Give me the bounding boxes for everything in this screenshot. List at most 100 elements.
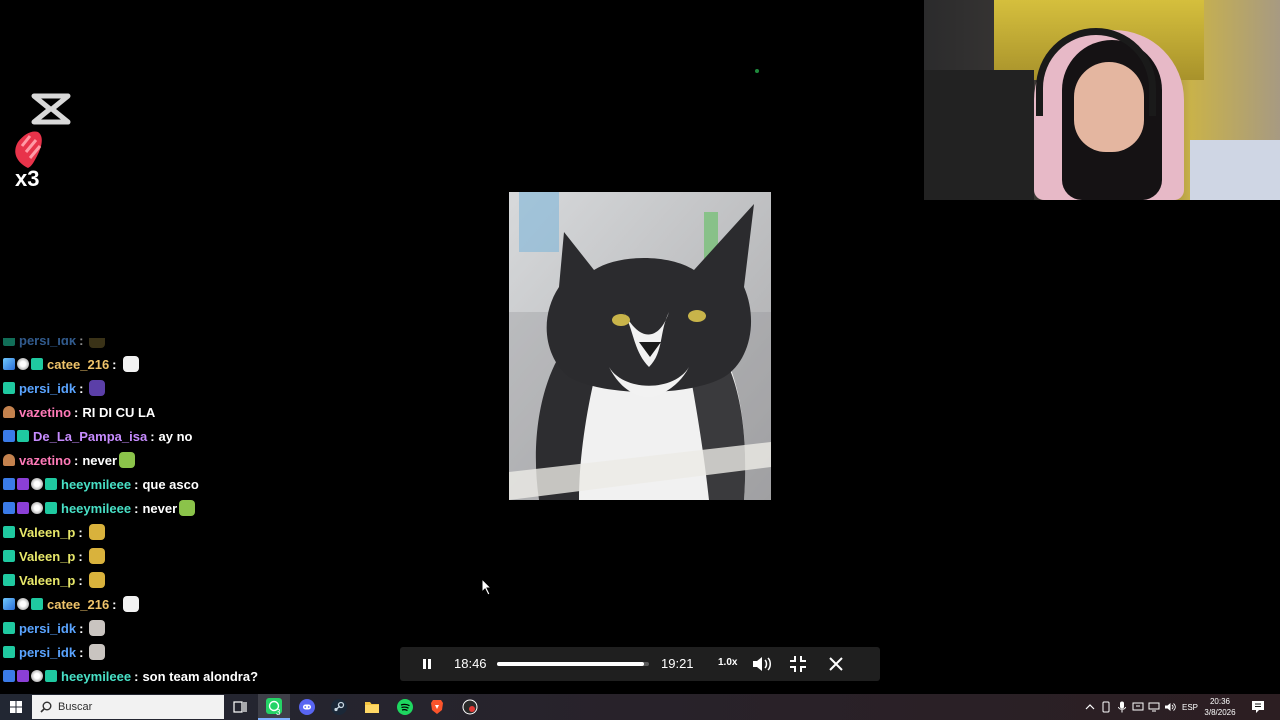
chevron-up-icon [1085, 704, 1095, 710]
grid-badge-icon [31, 358, 43, 370]
chat-badges [3, 382, 15, 394]
chat-username[interactable]: vazetino [19, 405, 71, 420]
chat-text: son team alondra? [142, 668, 259, 684]
tray-wifi[interactable] [1146, 694, 1162, 720]
chat-emote-icon [89, 644, 106, 660]
grid-badge-icon [3, 622, 15, 634]
chat-username[interactable]: catee_216 [47, 597, 109, 612]
chat-username[interactable]: Valeen_p [19, 525, 75, 540]
tray-volume[interactable] [1162, 694, 1178, 720]
chat-separator: : [79, 380, 84, 396]
windows-icon [10, 701, 22, 713]
chat-username[interactable]: Valeen_p [19, 573, 75, 588]
grid-badge-icon [31, 598, 43, 610]
chat-message: Valeen_p: [3, 568, 105, 592]
volume-icon[interactable] [751, 655, 773, 673]
brave-icon [431, 700, 443, 714]
tray-app[interactable] [1130, 694, 1146, 720]
chat-emote-icon [122, 356, 139, 372]
chat-badges [3, 622, 15, 634]
chat-message: Valeen_p: [3, 544, 105, 568]
taskbar-spotify[interactable] [389, 694, 421, 720]
chat-separator: : [79, 620, 84, 636]
chat-badges [3, 598, 43, 610]
taskbar-steam[interactable] [323, 694, 355, 720]
chat-username[interactable]: heeymileee [61, 477, 131, 492]
grid-badge-icon [3, 574, 15, 586]
playback-speed-button[interactable]: 1.0x [718, 657, 737, 668]
chat-separator: : [134, 668, 139, 684]
chat-username[interactable]: persi_idk [19, 621, 76, 636]
chat-username[interactable]: heeymileee [61, 669, 131, 684]
start-button[interactable] [0, 694, 32, 720]
chat-overlay: persi_idk: catee_216: persi_idk: vazetino: R… [0, 338, 400, 694]
x-badge-icon [3, 430, 15, 442]
chat-emote-icon [89, 620, 106, 636]
taskbar-brave[interactable] [421, 694, 453, 720]
taskbar-whatsapp[interactable]: 3 [258, 694, 290, 720]
close-icon[interactable] [828, 656, 844, 672]
taskbar-search-box[interactable]: Buscar [32, 695, 224, 719]
chat-message: heeymileee: que asco [3, 472, 199, 496]
x-badge-icon [3, 670, 15, 682]
total-time: 19:21 [661, 656, 694, 671]
purple-badge-icon [17, 502, 29, 514]
show-hidden-icons-button[interactable] [1082, 694, 1098, 720]
chat-username[interactable]: persi_idk [19, 381, 76, 396]
exit-fullscreen-icon[interactable] [789, 655, 807, 673]
tray-microphone[interactable] [1114, 694, 1130, 720]
microphone-icon [1118, 701, 1126, 713]
chat-emote-icon [88, 572, 105, 588]
chat-username[interactable]: Valeen_p [19, 549, 75, 564]
seek-bar[interactable] [497, 662, 649, 666]
chat-username[interactable]: persi_idk [19, 645, 76, 660]
chat-message: vazetino: never [3, 448, 136, 472]
elapsed-time: 18:46 [454, 656, 487, 671]
cat-badge-icon [31, 502, 43, 514]
chat-separator: : [78, 572, 83, 588]
cat-badge-icon [31, 478, 43, 490]
chat-message: persi_idk: [3, 338, 106, 352]
chat-emote-icon [88, 524, 105, 540]
capcut-icon [31, 93, 71, 125]
pause-icon[interactable] [419, 656, 435, 672]
taskbar-clock[interactable]: 20:36 3/8/2026 [1200, 696, 1240, 718]
input-language: ESP [1181, 702, 1198, 712]
clock-time: 20:36 [1209, 697, 1231, 706]
cube-badge-icon [3, 598, 15, 610]
webcam-overlay [924, 0, 1280, 200]
chat-username[interactable]: catee_216 [47, 357, 109, 372]
clock-date: 3/8/2026 [1204, 708, 1236, 717]
chat-text: RI DI CU LA [82, 404, 156, 420]
chat-badges [3, 574, 15, 586]
chat-message: persi_idk: [3, 640, 106, 664]
purple-badge-icon [17, 478, 29, 490]
chat-separator: : [134, 500, 139, 516]
notification-center-icon[interactable] [1250, 699, 1266, 715]
taskbar: Buscar 3 ESP 20:36 3/8/2026 [0, 694, 1280, 720]
chat-emote-icon [89, 380, 106, 396]
taskbar-file-explorer[interactable] [356, 694, 388, 720]
chat-username[interactable]: vazetino [19, 453, 71, 468]
discord-icon [299, 699, 315, 715]
x-badge-icon [3, 502, 15, 514]
spotify-icon [397, 699, 413, 715]
chat-username[interactable]: persi_idk [19, 338, 76, 348]
chat-username[interactable]: heeymileee [61, 501, 131, 516]
chat-separator: : [78, 524, 83, 540]
webcam-shelf [924, 70, 1034, 200]
taskbar-discord[interactable] [291, 694, 323, 720]
cat-badge-icon [31, 670, 43, 682]
whatsapp-badge: 3 [276, 708, 281, 717]
tray-network[interactable] [1098, 694, 1114, 720]
chat-separator: : [74, 452, 79, 468]
chat-message: heeymileee: son team alondra? [3, 664, 258, 688]
task-view-button[interactable] [224, 694, 256, 720]
chat-separator: : [112, 356, 117, 372]
input-language-button[interactable]: ESP [1180, 694, 1200, 720]
grid-badge-icon [17, 430, 29, 442]
chat-separator: : [150, 428, 155, 444]
taskbar-obs[interactable] [454, 694, 486, 720]
usb-icon [1102, 701, 1110, 713]
chat-username[interactable]: De_La_Pampa_isa [33, 429, 147, 444]
